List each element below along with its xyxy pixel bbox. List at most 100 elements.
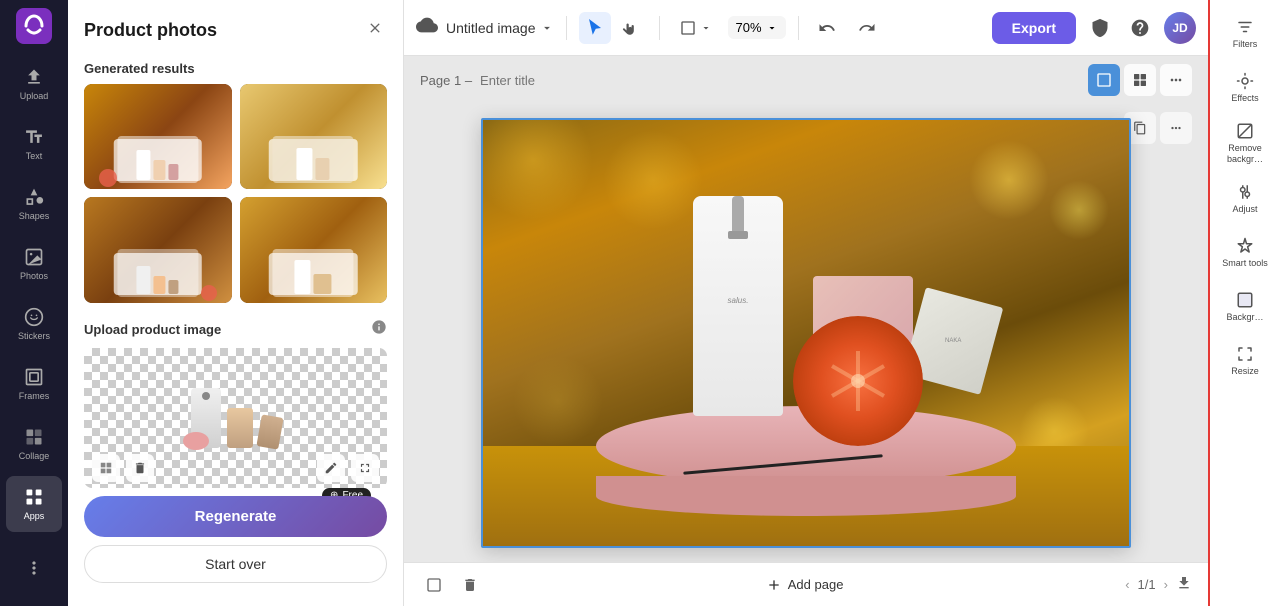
upload-section-title: Upload product image — [84, 322, 221, 337]
more-horiz-icon — [1169, 121, 1183, 135]
upload-actions — [92, 454, 379, 482]
sidebar-item-upload[interactable]: Upload — [6, 56, 62, 112]
redo-button[interactable] — [851, 12, 883, 44]
canvas-top-actions — [1088, 64, 1192, 96]
canvas-top-bar: Page 1 – — [404, 56, 1208, 104]
page-settings-button[interactable] — [420, 571, 448, 599]
layout-list-icon — [1132, 72, 1148, 88]
remove-bg-icon — [1236, 122, 1254, 140]
export-button[interactable]: Export — [992, 12, 1076, 44]
more-horiz-icon — [1168, 72, 1184, 88]
right-panel-resize[interactable]: Resize — [1213, 335, 1277, 387]
adjust-icon — [1236, 183, 1254, 201]
toolbar-separator-2 — [659, 16, 660, 40]
sidebar-item-stickers[interactable]: Stickers — [6, 296, 62, 352]
page-navigation: ‹ 1/1 › — [1125, 575, 1192, 594]
main-area: Untitled image 70% — [404, 0, 1208, 606]
right-panel: Filters Effects Remove backgr… Adjust Sm… — [1208, 0, 1280, 606]
sidebar-item-photos[interactable]: Photos — [6, 236, 62, 292]
prev-page-button[interactable]: ‹ — [1125, 577, 1129, 592]
sidebar-item-more[interactable] — [6, 542, 62, 598]
frame-icon — [680, 20, 696, 36]
upload-header: Upload product image — [84, 319, 387, 340]
right-panel-effects[interactable]: Effects — [1213, 62, 1277, 114]
right-panel-background[interactable]: Backgr… — [1213, 281, 1277, 333]
generated-thumb-1[interactable] — [84, 84, 232, 189]
page-title-input[interactable] — [480, 73, 656, 88]
top-toolbar: Untitled image 70% — [404, 0, 1208, 56]
background-icon — [1236, 291, 1254, 309]
document-title[interactable]: Untitled image — [446, 20, 554, 36]
filter-icon — [1236, 18, 1254, 36]
generated-thumb-3[interactable] — [84, 197, 232, 302]
generated-section-title: Generated results — [68, 53, 403, 84]
zoom-control[interactable]: 70% — [728, 16, 786, 39]
smart-tools-icon — [1236, 237, 1254, 255]
copy-icon — [1133, 121, 1147, 135]
panel-close-button[interactable] — [363, 16, 387, 45]
canvas-main: salus. NAKED BATHROBES MANDARIN — [404, 104, 1208, 562]
upload-box[interactable] — [84, 348, 387, 488]
page-delete-button[interactable] — [456, 571, 484, 599]
toolbar-tools — [579, 12, 647, 44]
generated-grid — [68, 84, 403, 311]
page-label: Page 1 – — [420, 73, 472, 88]
info-icon[interactable] — [371, 319, 387, 340]
help-icon — [1130, 18, 1150, 38]
upload-expand-btn[interactable] — [351, 454, 379, 482]
help-button[interactable] — [1124, 12, 1156, 44]
user-avatar[interactable]: JD — [1164, 12, 1196, 44]
start-over-button[interactable]: Start over — [84, 545, 387, 583]
sidebar-item-collage[interactable]: Collage — [6, 416, 62, 472]
sidebar-item-frames[interactable]: Frames — [6, 356, 62, 412]
download-icon[interactable] — [1176, 575, 1192, 594]
right-panel-remove-bg[interactable]: Remove backgr… — [1213, 116, 1277, 171]
panel-title: Product photos — [84, 20, 217, 41]
undo-button[interactable] — [811, 12, 843, 44]
effects-icon — [1236, 72, 1254, 90]
canvas-page-more-button[interactable] — [1160, 112, 1192, 144]
upload-grid-btn[interactable] — [92, 454, 120, 482]
canvas-frame[interactable]: salus. NAKED BATHROBES MANDARIN — [481, 118, 1131, 548]
canvas-image: salus. NAKED BATHROBES MANDARIN — [483, 120, 1129, 546]
trash-icon — [462, 577, 478, 593]
resize-icon — [1236, 345, 1254, 363]
layout-view-1-button[interactable] — [1088, 64, 1120, 96]
right-panel-adjust[interactable]: Adjust — [1213, 173, 1277, 225]
toolbar-separator-1 — [566, 16, 567, 40]
toolbar-logo-area: Untitled image — [416, 14, 554, 41]
chevron-down-icon — [700, 22, 712, 34]
add-icon — [766, 577, 782, 593]
layout-grid-icon — [1096, 72, 1112, 88]
add-page-button[interactable]: Add page — [758, 573, 852, 597]
page-indicator: 1/1 — [1138, 577, 1156, 592]
app-logo[interactable] — [16, 8, 52, 44]
side-panel: Product photos Generated results — [68, 0, 404, 606]
cloud-save-icon — [416, 14, 438, 41]
upload-section: Upload product image — [68, 311, 403, 591]
right-panel-filters[interactable]: Filters — [1213, 8, 1277, 60]
canvas-wrapper: Page 1 – — [404, 56, 1208, 606]
toolbar-separator-3 — [798, 16, 799, 40]
upload-edit-btn[interactable] — [317, 454, 345, 482]
shield-icon — [1090, 18, 1110, 38]
generated-thumb-4[interactable] — [240, 197, 388, 302]
select-tool-button[interactable] — [579, 12, 611, 44]
bottom-left-actions — [420, 571, 484, 599]
frame-selector-button[interactable] — [672, 12, 720, 44]
right-panel-smart-tools[interactable]: Smart tools — [1213, 227, 1277, 279]
sidebar-item-apps[interactable]: Apps — [6, 476, 62, 532]
canvas-more-button[interactable] — [1160, 64, 1192, 96]
generated-thumb-2[interactable] — [240, 84, 388, 189]
page-icon — [426, 577, 442, 593]
panel-header: Product photos — [68, 0, 403, 53]
shield-button[interactable] — [1084, 12, 1116, 44]
sidebar-item-shapes[interactable]: Shapes — [6, 176, 62, 232]
regenerate-button[interactable]: Regenerate — [84, 496, 387, 537]
left-toolbar: Upload Text Shapes Photos Stickers Frame… — [0, 0, 68, 606]
hand-tool-button[interactable] — [615, 12, 647, 44]
next-page-button[interactable]: › — [1164, 577, 1168, 592]
upload-delete-btn[interactable] — [126, 454, 154, 482]
sidebar-item-text[interactable]: Text — [6, 116, 62, 172]
layout-view-2-button[interactable] — [1124, 64, 1156, 96]
